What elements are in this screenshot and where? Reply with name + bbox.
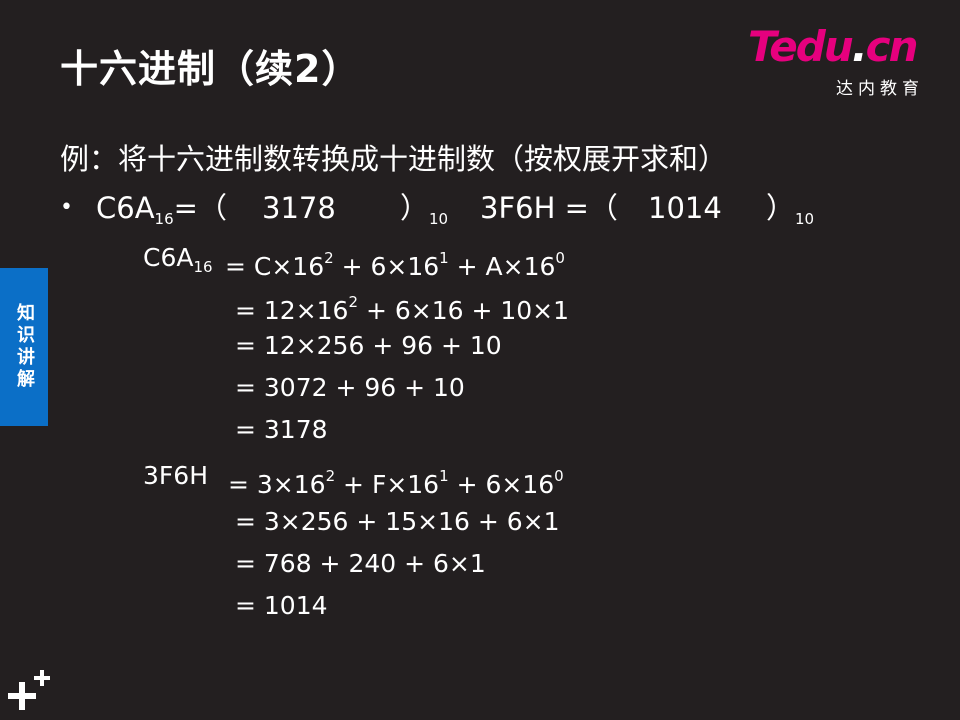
logo-subtitle: 达内教育 <box>836 79 924 99</box>
question-right: 3F6H =（ <box>480 191 618 225</box>
plus-plus-icon <box>8 670 50 710</box>
slide-title: 十六进制（续2） <box>60 47 361 91</box>
calc2-expansion: = 3×162 + F×161 + 6×160 <box>228 467 564 499</box>
side-tab: 知识讲解 <box>0 268 48 426</box>
bullet-dot: • <box>60 195 73 220</box>
question-left: C6A16=（ <box>96 191 227 228</box>
answer-right: 1014 <box>648 191 722 225</box>
question-left-close: ）10 <box>400 191 449 228</box>
answer-left: 3178 <box>262 191 336 225</box>
tedu-logo: Tedu.cn 达内教育 <box>748 26 928 100</box>
side-tab-label: 知识讲解 <box>14 303 35 391</box>
example-text: 例：将十六进制数转换成十进制数（按权展开求和） <box>60 142 728 176</box>
question-right-close: ）10 <box>766 191 815 228</box>
logo-wordmark: Tedu.cn <box>748 22 918 71</box>
calc1-label: C6A16 <box>143 243 213 276</box>
calc2-label: 3F6H <box>143 461 208 490</box>
calc1-expansion: = C×162 + 6×161 + A×160 <box>225 249 565 281</box>
